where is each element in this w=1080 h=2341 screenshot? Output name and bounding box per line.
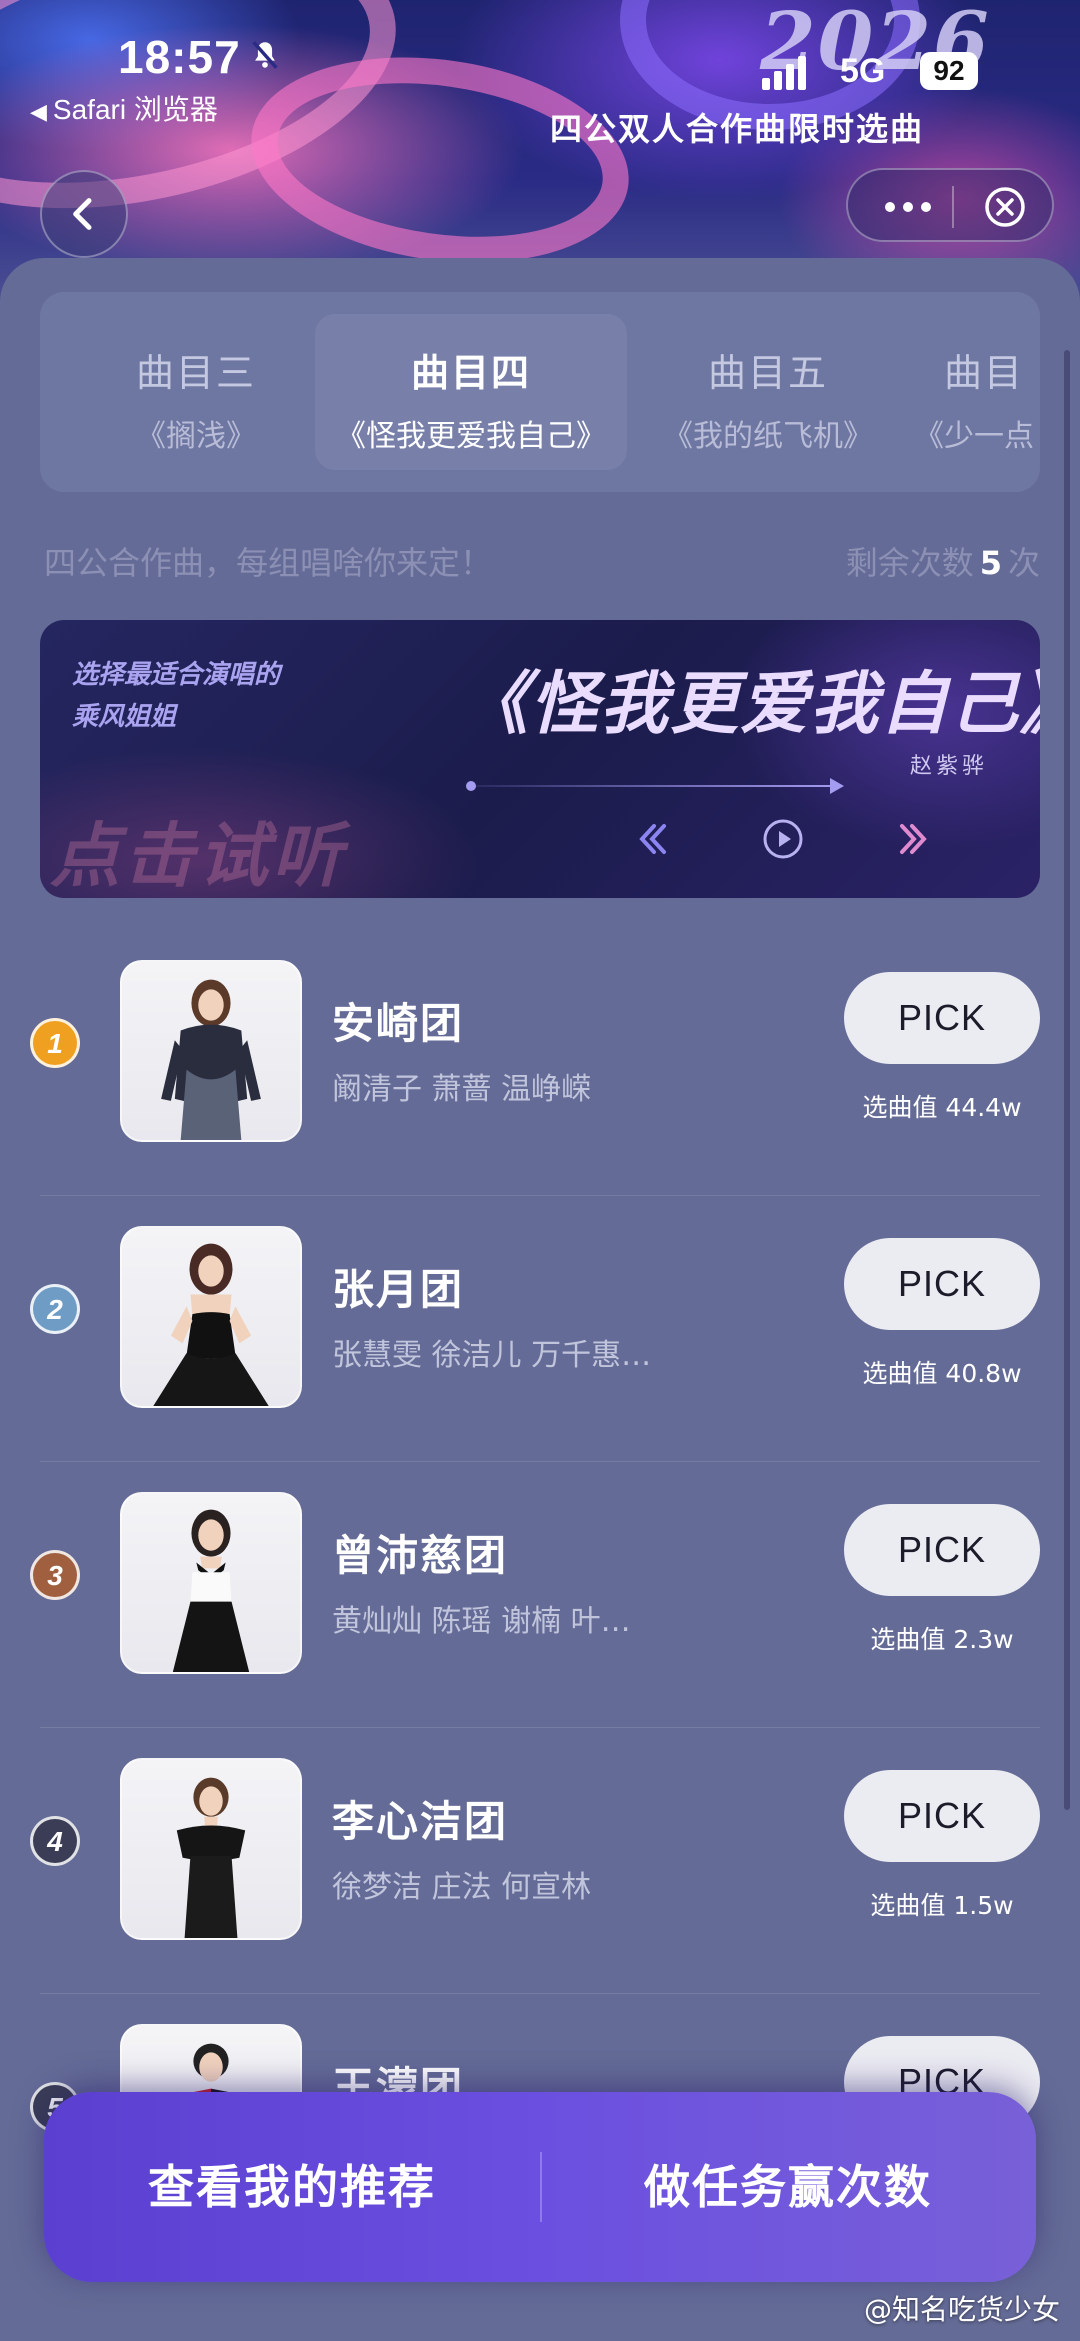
remaining-count: 5 <box>979 544 1002 582</box>
fast-forward-icon[interactable] <box>890 816 936 862</box>
safari-back-link[interactable]: ◀ Safari 浏览器 <box>30 88 218 128</box>
list-item: 1 安崎团 阚清子 萧蔷 温峥嵘 PICK 选曲值 44.4w <box>0 930 1080 1196</box>
singer-photo <box>172 1509 250 1672</box>
capsule-divider <box>952 186 954 228</box>
pick-button[interactable]: PICK <box>844 1770 1040 1862</box>
tab-song: 《少一点 <box>914 419 1034 454</box>
rank-badge: 1 <box>30 1018 80 1068</box>
avatar[interactable] <box>120 1758 302 1940</box>
tab-song-5[interactable]: 曲目五 《我的纸飞机》 <box>612 314 924 470</box>
tab-song-6[interactable]: 曲目 《少一点 <box>910 314 1040 470</box>
group-members: 黄灿灿 陈瑶 谢楠 叶… <box>332 1604 631 1639</box>
hint-text: 四公合作曲，每组唱啥你来定！ <box>44 544 493 582</box>
status-time: 18:57 <box>118 31 241 83</box>
view-recommendations-button[interactable]: 查看我的推荐 <box>44 2092 540 2282</box>
watermark: @知名吃货少女 <box>863 2293 1060 2326</box>
group-members: 张慧雯 徐洁儿 万千惠… <box>332 1338 652 1373</box>
pick-button[interactable]: PICK <box>844 972 1040 1064</box>
group-members: 徐梦洁 庄法 何宣林 <box>332 1870 592 1905</box>
rewind-icon[interactable] <box>630 816 676 862</box>
tab-song-3[interactable]: 曲目三 《搁浅》 <box>40 314 352 470</box>
group-name: 安崎团 <box>332 999 465 1048</box>
group-name: 李心洁团 <box>332 1797 509 1846</box>
rank-badge: 4 <box>30 1816 80 1866</box>
mini-program-capsule <box>846 168 1054 242</box>
hero-subtitle: 四公双人合作曲限时选曲 <box>550 110 925 148</box>
earn-votes-tasks-button[interactable]: 做任务赢次数 <box>540 2092 1036 2282</box>
tab-song-4[interactable]: 曲目四 《怪我更爱我自己》 <box>315 314 627 470</box>
progress-line <box>470 785 840 787</box>
tab-title: 曲目四 <box>410 351 531 395</box>
song-tabs: 曲目三 《搁浅》 曲目四 《怪我更爱我自己》 曲目五 《我的纸飞机》 曲目 《少… <box>40 292 1040 492</box>
progress-arrowhead <box>830 778 844 794</box>
remaining-counter: 剩余次数 5 次 <box>845 544 1040 582</box>
tab-title: 曲目 <box>944 351 1025 395</box>
avatar[interactable] <box>120 1226 302 1408</box>
group-members: 阚清子 萧蔷 温峥嵘 <box>332 1072 592 1107</box>
play-icon[interactable] <box>760 816 806 862</box>
group-name: 曾沛慈团 <box>332 1531 509 1580</box>
rank-badge: 2 <box>30 1284 80 1334</box>
pick-button[interactable]: PICK <box>844 1238 1040 1330</box>
chevron-left-icon <box>73 198 92 230</box>
try-listen-label: 点击试听 <box>50 814 346 897</box>
player-controls <box>630 816 950 862</box>
group-name: 张月团 <box>332 1265 465 1314</box>
signal-icon <box>762 56 806 90</box>
song-preview-banner[interactable]: 点击试听 选择最适合演唱的 乘风姐姐 《怪我更爱我自己》 赵紫骅 <box>40 620 1040 898</box>
hint-row: 四公合作曲，每组唱啥你来定！ 剩余次数 5 次 <box>44 538 1040 582</box>
singer-photo <box>161 979 261 1140</box>
vote-count: 选曲值 1.5w <box>870 1891 1014 1920</box>
tab-title: 曲目五 <box>707 351 828 395</box>
rank-badge: 3 <box>30 1550 80 1600</box>
back-triangle-icon: ◀ <box>30 99 47 124</box>
vote-count: 选曲值 40.8w <box>862 1359 1022 1388</box>
tab-song: 《我的纸飞机》 <box>663 419 873 454</box>
tab-song: 《怪我更爱我自己》 <box>336 419 606 454</box>
banner-singer: 赵紫骅 <box>910 754 989 779</box>
battery-indicator: 92 <box>920 52 978 90</box>
list-item: 2 张月团 张慧雯 徐洁儿 万千惠… PICK 选曲值 40.8w <box>0 1196 1080 1462</box>
more-icon[interactable] <box>878 192 938 222</box>
list-item: 4 李心洁团 徐梦洁 庄法 何宣林 PICK 选曲值 1.5w <box>0 1728 1080 1994</box>
back-button[interactable] <box>40 170 128 258</box>
scrollbar[interactable] <box>1064 350 1070 1810</box>
pick-button[interactable]: PICK <box>844 1504 1040 1596</box>
banner-song-title: 《怪我更爱我自己》 <box>460 664 1040 744</box>
network-type: 5G <box>840 52 886 90</box>
vote-count: 选曲值 2.3w <box>870 1625 1014 1654</box>
bell-muted-icon <box>252 41 278 69</box>
avatar[interactable] <box>120 1492 302 1674</box>
list-item: 3 曾沛慈团 黄灿灿 陈瑶 谢楠 叶… PICK 选曲值 2.3w <box>0 1462 1080 1728</box>
close-icon[interactable] <box>982 184 1028 230</box>
bottom-action-bar: 查看我的推荐 做任务赢次数 <box>44 2092 1036 2282</box>
avatar[interactable] <box>120 960 302 1142</box>
singer-photo <box>176 1777 246 1938</box>
tab-title: 曲目三 <box>135 351 256 395</box>
banner-tagline: 选择最适合演唱的 乘风姐姐 <box>72 660 281 732</box>
vote-count: 选曲值 44.4w <box>862 1093 1022 1122</box>
tab-song: 《搁浅》 <box>136 419 256 454</box>
singer-photo <box>153 1243 269 1406</box>
hero-banner: 2026 四公双人合作曲限时选曲 18:57 ◀ Safari 浏览器 5G 92 <box>0 0 1080 300</box>
